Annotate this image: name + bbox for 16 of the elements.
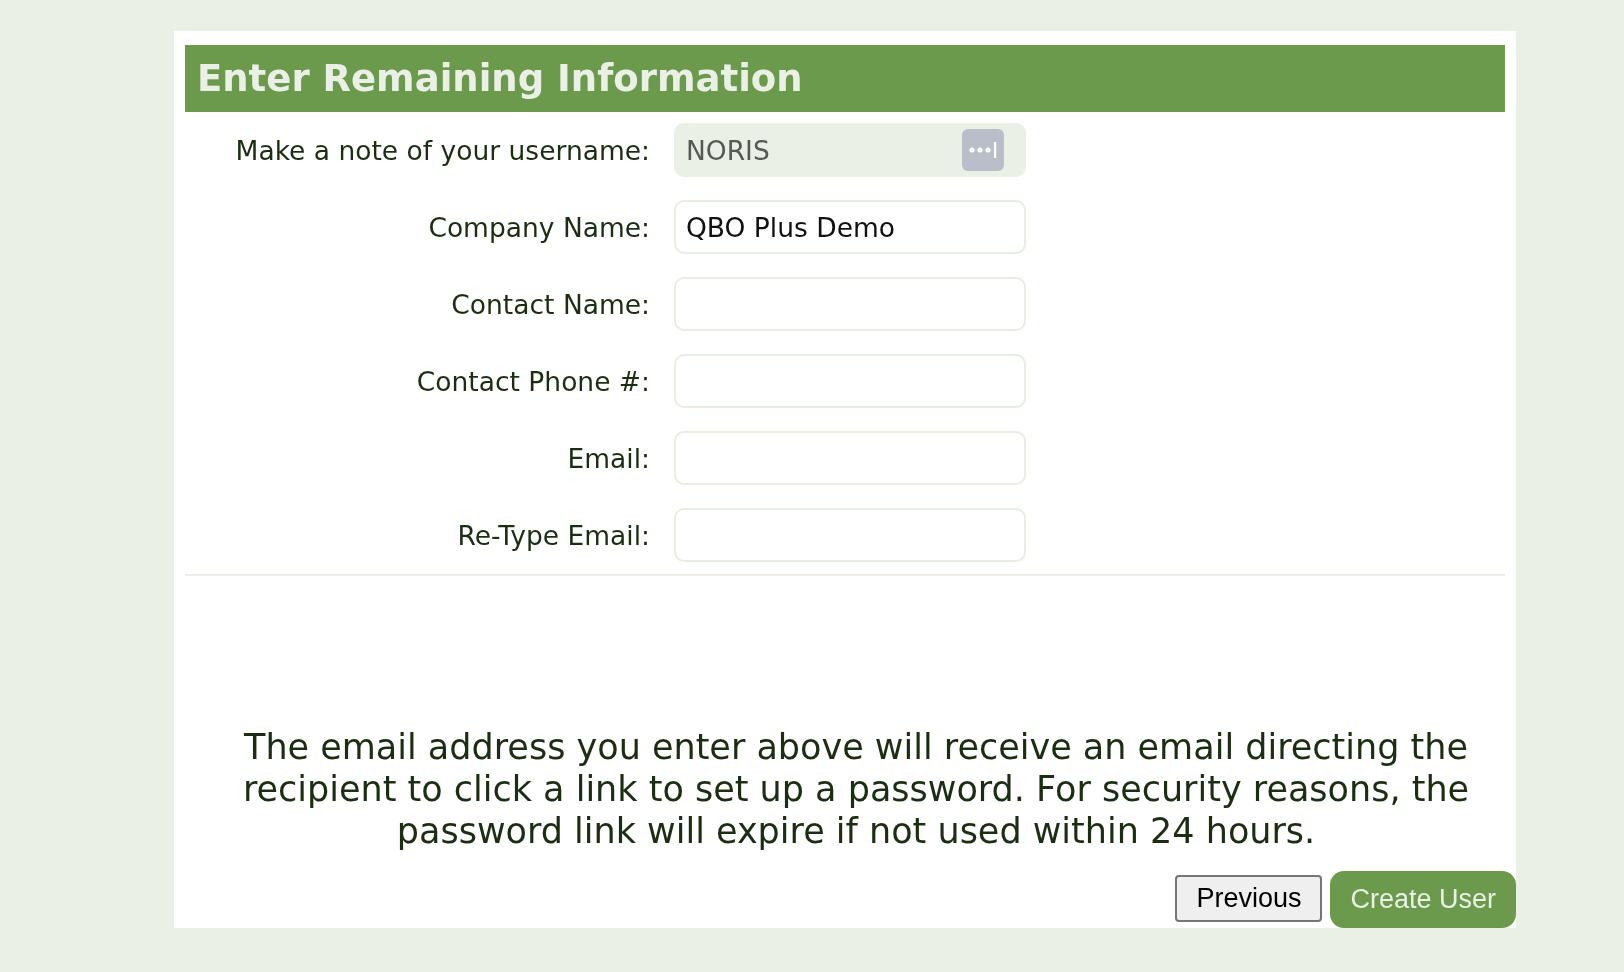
input-field[interactable] (674, 354, 1026, 408)
input-field[interactable]: QBO Plus Demo (674, 200, 1026, 254)
field-label: Make a note of your username: (234, 134, 650, 166)
field-label: Re-Type Email: (456, 519, 650, 551)
notice-text: The email address you enter above will receive an email directing the recipient to click a link to set up a password. For security reasons, the password link will expire if not used within 24 hours. (241, 726, 1471, 852)
field-label: Company Name: (427, 211, 650, 243)
page-title: Enter Remaining Information (197, 57, 803, 100)
input-field[interactable] (674, 277, 1026, 331)
field-label: Contact Phone #: (415, 365, 650, 397)
previous-button[interactable]: Previous (1175, 874, 1323, 922)
dots-icon[interactable] (962, 129, 1004, 171)
input-field[interactable]: NORIS (674, 123, 1026, 177)
input-field[interactable] (674, 508, 1026, 562)
input-field[interactable] (674, 431, 1026, 485)
field-label: Contact Name: (450, 288, 650, 320)
field-label: Email: (566, 442, 650, 474)
